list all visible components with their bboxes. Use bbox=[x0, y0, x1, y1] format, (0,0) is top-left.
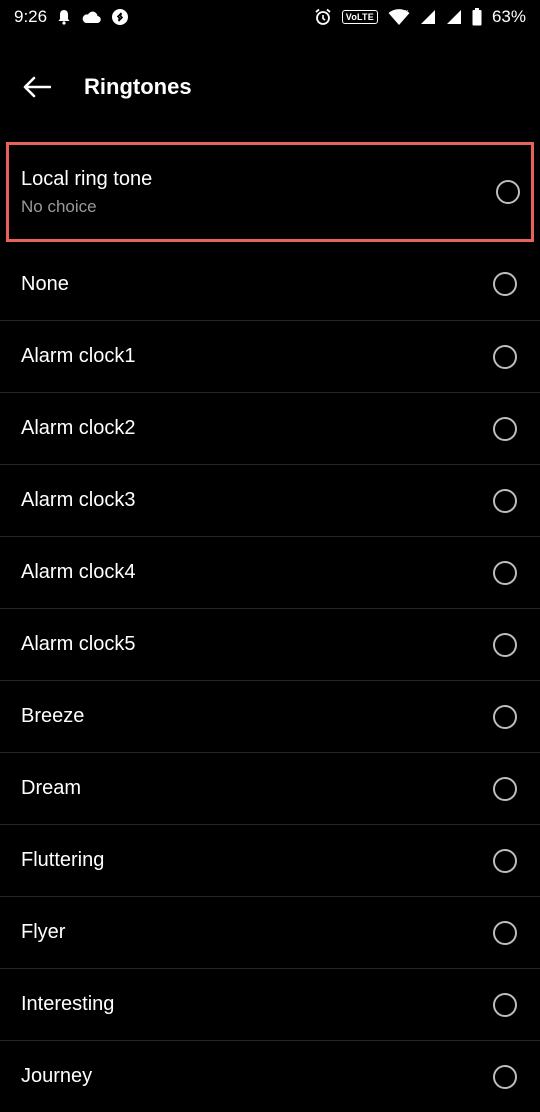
alarm-icon bbox=[314, 8, 332, 26]
list-item-label: Interesting bbox=[21, 993, 115, 1015]
app-bar: Ringtones bbox=[0, 50, 540, 124]
list-item-label: Flyer bbox=[21, 921, 66, 943]
radio-button[interactable] bbox=[493, 704, 517, 729]
ringtone-list: Local ring tone No choice None Alarm clo… bbox=[0, 136, 540, 1112]
back-arrow-icon bbox=[23, 76, 51, 98]
list-item-label: Alarm clock5 bbox=[21, 633, 136, 655]
list-item-label: Fluttering bbox=[21, 849, 105, 871]
list-item-label: Alarm clock4 bbox=[21, 561, 136, 583]
list-item-label: Dream bbox=[21, 777, 82, 799]
list-item-none[interactable]: None bbox=[0, 248, 540, 320]
radio-button[interactable] bbox=[493, 632, 517, 657]
radio-button[interactable] bbox=[493, 848, 517, 873]
signal-icon bbox=[420, 9, 436, 25]
list-item[interactable]: Flyer bbox=[0, 896, 540, 968]
battery-percentage: 63% bbox=[491, 7, 526, 26]
list-item-label: Journey bbox=[21, 1065, 93, 1087]
list-item-label: None bbox=[21, 272, 69, 295]
radio-button[interactable] bbox=[493, 344, 517, 369]
radio-button[interactable] bbox=[493, 272, 517, 296]
status-bar-left: 9:26 bbox=[14, 7, 129, 27]
status-time: 9:26 bbox=[14, 7, 48, 26]
battery-icon bbox=[472, 8, 482, 26]
list-item[interactable]: Fluttering bbox=[0, 824, 540, 896]
list-item-label: Alarm clock2 bbox=[21, 417, 136, 439]
page-title: Ringtones bbox=[84, 74, 192, 99]
list-item[interactable]: Breeze bbox=[0, 680, 540, 752]
radio-button[interactable] bbox=[493, 920, 517, 945]
radio-button[interactable] bbox=[493, 416, 517, 441]
radio-button[interactable] bbox=[493, 560, 517, 585]
back-button[interactable] bbox=[13, 63, 61, 111]
status-bar-right: VoLTE x 63% bbox=[314, 7, 526, 27]
radio-button[interactable] bbox=[493, 488, 517, 513]
list-item[interactable]: Alarm clock4 bbox=[0, 536, 540, 608]
list-item[interactable]: Alarm clock2 bbox=[0, 392, 540, 464]
cloud-icon bbox=[81, 10, 101, 24]
list-item[interactable]: Alarm clock3 bbox=[0, 464, 540, 536]
list-item[interactable]: Dream bbox=[0, 752, 540, 824]
list-item[interactable]: Alarm clock1 bbox=[0, 320, 540, 392]
radio-button[interactable] bbox=[493, 992, 517, 1017]
status-bar: 9:26 VoLTE x 63% bbox=[0, 0, 540, 34]
volte-badge: VoLTE bbox=[341, 10, 378, 24]
radio-button[interactable] bbox=[496, 180, 520, 204]
notification-bell-icon bbox=[57, 9, 71, 25]
wifi-icon: x bbox=[388, 8, 410, 26]
local-ringtone-item[interactable]: Local ring tone No choice bbox=[6, 142, 534, 242]
signal-icon-2 bbox=[446, 9, 462, 25]
radio-button[interactable] bbox=[493, 776, 517, 801]
local-ringtone-subtitle: No choice bbox=[21, 196, 97, 216]
list-item[interactable]: Journey bbox=[0, 1040, 540, 1112]
list-item-label: Alarm clock1 bbox=[21, 345, 136, 367]
shazam-icon bbox=[111, 8, 129, 26]
list-item-label: Alarm clock3 bbox=[21, 489, 136, 511]
list-item[interactable]: Alarm clock5 bbox=[0, 608, 540, 680]
list-item[interactable]: Interesting bbox=[0, 968, 540, 1040]
radio-button[interactable] bbox=[493, 1064, 517, 1089]
local-ringtone-label: Local ring tone bbox=[21, 167, 153, 190]
svg-text:x: x bbox=[405, 9, 409, 16]
list-item-label: Breeze bbox=[21, 705, 85, 727]
